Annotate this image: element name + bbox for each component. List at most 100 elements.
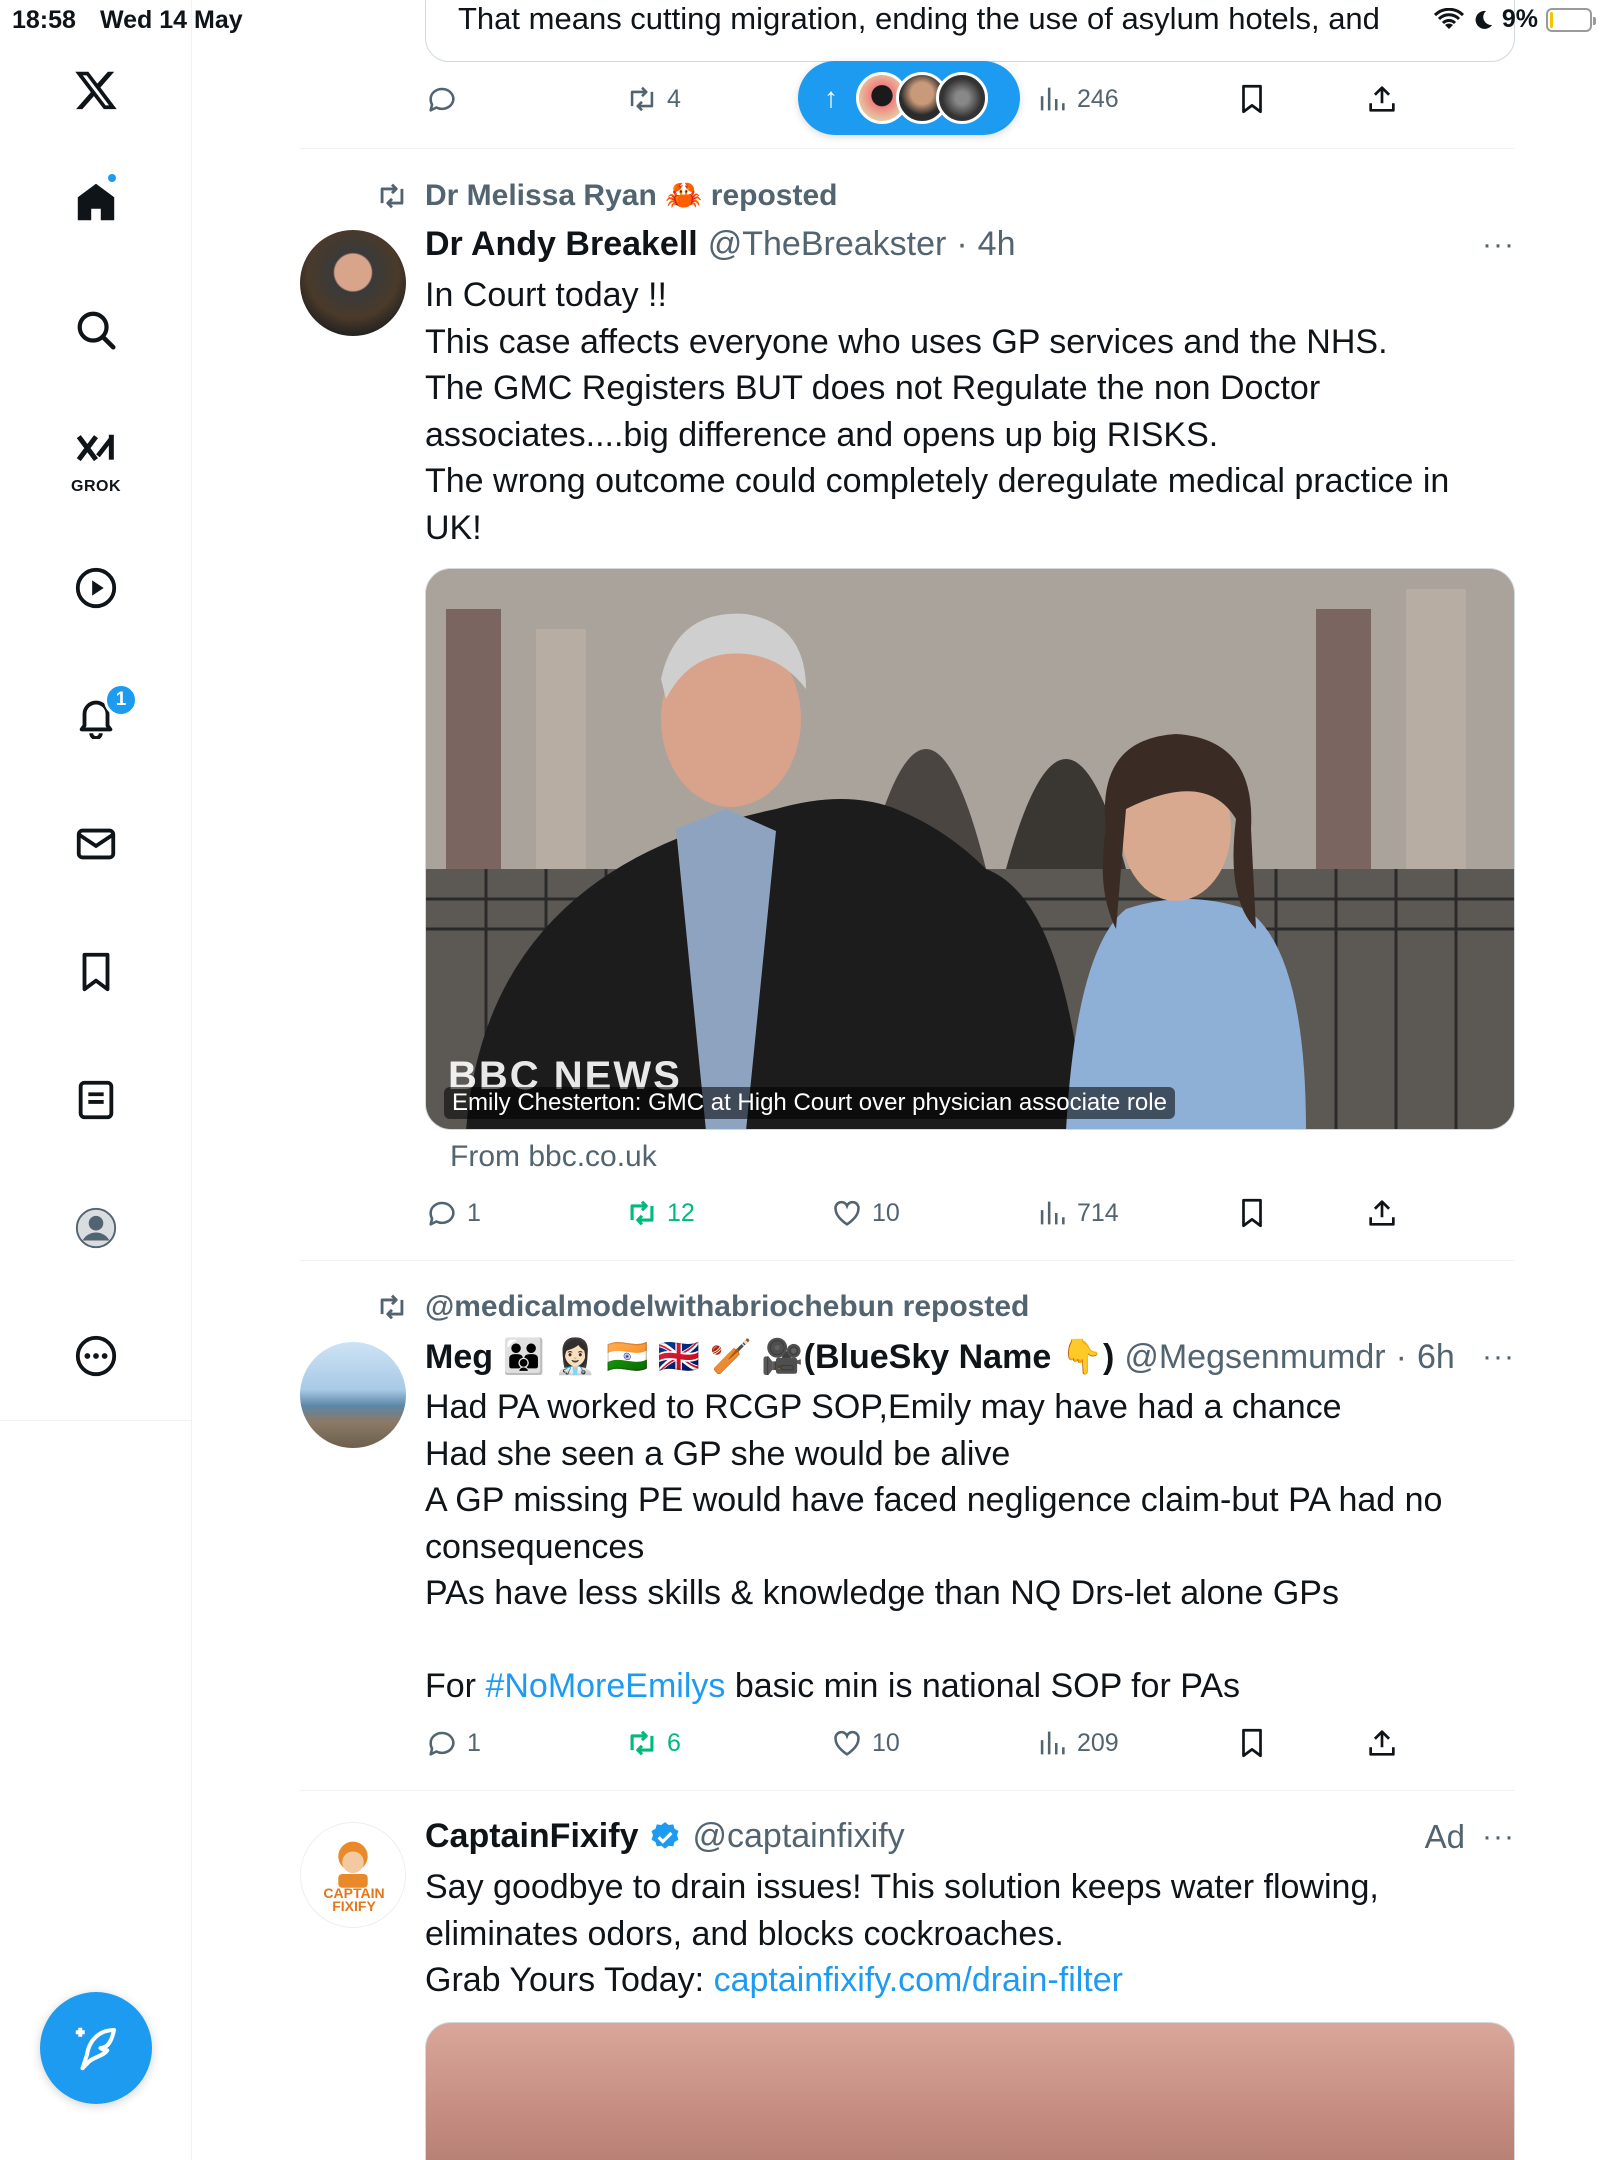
sidebar: GROK 1 (0, 0, 192, 2160)
status-right: 9% (1433, 5, 1596, 34)
tweet-header: Meg 🧑‍🧑‍🧒 👩🏻‍⚕️ 🇮🇳 🇬🇧 🏏 🎥(BlueSky Name 👇… (425, 1337, 1455, 1377)
share-button[interactable] (1365, 74, 1399, 124)
retweet-count: 6 (667, 1728, 681, 1757)
share-icon (1369, 1730, 1395, 1756)
feed-divider (300, 1790, 1515, 1791)
like-button[interactable]: 10 (830, 1718, 900, 1768)
author-name[interactable]: Meg 🧑‍🧑‍🧒 👩🏻‍⚕️ 🇮🇳 🇬🇧 🏏 🎥(BlueSky Name 👇… (425, 1337, 1114, 1377)
x-logo-icon[interactable] (66, 60, 126, 120)
tweet-time[interactable]: 4h (978, 225, 1016, 264)
repost-indicator[interactable]: Dr Melissa Ryan 🦀 reposted (375, 178, 838, 213)
reply-icon (429, 1201, 455, 1226)
reply-button[interactable]: 1 (425, 1718, 481, 1768)
battery-icon (1546, 7, 1596, 32)
reply-button[interactable] (425, 74, 459, 124)
tweet-line: For #NoMoreEmilys basic min is national … (425, 1663, 1515, 1710)
text-prefix: For (425, 1667, 486, 1705)
tweet-line: UK! (425, 508, 482, 547)
sidebar-divider (0, 1420, 192, 1421)
ad-media[interactable] (425, 2022, 1515, 2160)
views-count: 246 (1077, 84, 1119, 113)
notification-badge: 1 (104, 683, 138, 717)
like-icon (834, 1730, 860, 1756)
tweet-line: PAs have less skills & knowledge than NQ… (425, 1574, 1339, 1612)
separator-dot: · (1395, 1337, 1407, 1376)
tweet-text: In Court today !! This case affects ever… (425, 272, 1515, 551)
compose-icon (75, 2027, 117, 2071)
video-icon[interactable] (66, 558, 126, 618)
author-name[interactable]: CaptainFixify (425, 1817, 638, 1856)
compose-button[interactable] (40, 1992, 152, 2104)
retweet-icon (630, 1200, 654, 1226)
retweet-count: 12 (667, 1198, 695, 1227)
like-icon (834, 1200, 860, 1226)
tweet-line: eliminates odors, and blocks cockroaches… (425, 1914, 1064, 1953)
bookmark-button[interactable] (1235, 1718, 1269, 1768)
tweet-text: Say goodbye to drain issues! This soluti… (425, 1864, 1515, 2004)
views-button[interactable]: 714 (1035, 1188, 1119, 1238)
tweet-line: This case affects everyone who uses GP s… (425, 322, 1388, 361)
court-photo (426, 569, 1514, 1129)
reply-icon (429, 1731, 455, 1756)
new-posts-pill[interactable]: ↑ (798, 61, 1020, 135)
views-icon (1040, 1201, 1065, 1225)
list-icon[interactable] (66, 1070, 126, 1130)
avatar[interactable] (300, 230, 406, 336)
repost-indicator[interactable]: @medicalmodelwithabriochebun reposted (375, 1290, 1029, 1324)
tweet-line: A GP missing PE would have faced neglige… (425, 1481, 1443, 1519)
hashtag-link[interactable]: #NoMoreEmilys (485, 1667, 725, 1705)
like-button[interactable]: 10 (830, 1188, 900, 1238)
repost-label: Dr Melissa Ryan 🦀 reposted (425, 179, 838, 212)
grok-icon[interactable] (66, 422, 126, 482)
bookmark-button[interactable] (1235, 1188, 1269, 1238)
views-count: 714 (1077, 1198, 1119, 1227)
tweet-line: Had PA worked to RCGP SOP,Emily may have… (425, 1388, 1342, 1426)
tweet-actions: 1 6 10 209 (425, 1718, 1515, 1768)
wifi-icon (1433, 7, 1464, 29)
views-icon (1040, 87, 1065, 111)
author-name[interactable]: Dr Andy Breakell (425, 225, 698, 264)
tweet-line: The GMC Registers BUT does not Regulate … (425, 369, 1321, 407)
link-source[interactable]: From bbc.co.uk (450, 1140, 657, 1174)
reply-button[interactable]: 1 (425, 1188, 481, 1238)
repost-label: @medicalmodelwithabriochebun reposted (425, 1290, 1030, 1323)
tweet-time[interactable]: 6h (1417, 1338, 1455, 1377)
arrow-up-icon: ↑ (824, 82, 838, 113)
search-icon[interactable] (66, 300, 126, 360)
avatar[interactable] (300, 1342, 406, 1448)
like-count: 10 (872, 1728, 900, 1757)
more-options-icon[interactable]: ··· (1482, 1820, 1515, 1854)
share-button[interactable] (1365, 1188, 1399, 1238)
mail-icon[interactable] (66, 814, 126, 874)
more-options-icon[interactable]: ··· (1482, 1340, 1515, 1374)
link-card-image[interactable]: BBC NEWS Emily Chesterton: GMC at High C… (425, 568, 1515, 1130)
bookmark-button[interactable] (1235, 74, 1269, 124)
tweet-line: Grab Yours Today: captainfixify.com/drai… (425, 1957, 1515, 2004)
views-button[interactable]: 209 (1035, 1718, 1119, 1768)
share-icon (1369, 86, 1395, 112)
tweet-line: In Court today !! (425, 276, 667, 314)
avatar[interactable]: CAPTAIN FIXIFY (300, 1822, 406, 1928)
author-handle[interactable]: @Megsenmumdr (1124, 1338, 1385, 1377)
tweet-text: Had PA worked to RCGP SOP,Emily may have… (425, 1384, 1515, 1710)
retweet-button[interactable]: 12 (625, 1188, 695, 1238)
retweet-button[interactable]: 6 (625, 1718, 681, 1768)
bookmark-icon[interactable] (66, 942, 126, 1002)
more-icon[interactable] (66, 1326, 126, 1386)
share-button[interactable] (1365, 1718, 1399, 1768)
author-handle[interactable]: @captainfixify (692, 1817, 904, 1856)
cta-prefix: Grab Yours Today: (425, 1961, 714, 1999)
ad-link[interactable]: captainfixify.com/drain-filter (714, 1961, 1123, 1999)
text-suffix: basic min is national SOP for PAs (725, 1667, 1241, 1705)
author-handle[interactable]: @TheBreakster (708, 225, 947, 264)
like-count: 10 (872, 1198, 900, 1227)
retweet-icon (630, 1730, 654, 1756)
views-button[interactable]: 246 (1035, 74, 1119, 124)
verified-badge-icon (652, 1821, 679, 1849)
feed-divider (300, 148, 1515, 149)
retweet-button[interactable]: 4 (625, 74, 681, 124)
share-icon (1369, 1200, 1395, 1226)
home-unread-dot (106, 172, 118, 184)
more-options-icon[interactable]: ··· (1482, 228, 1515, 262)
profile-icon[interactable] (66, 1198, 126, 1258)
